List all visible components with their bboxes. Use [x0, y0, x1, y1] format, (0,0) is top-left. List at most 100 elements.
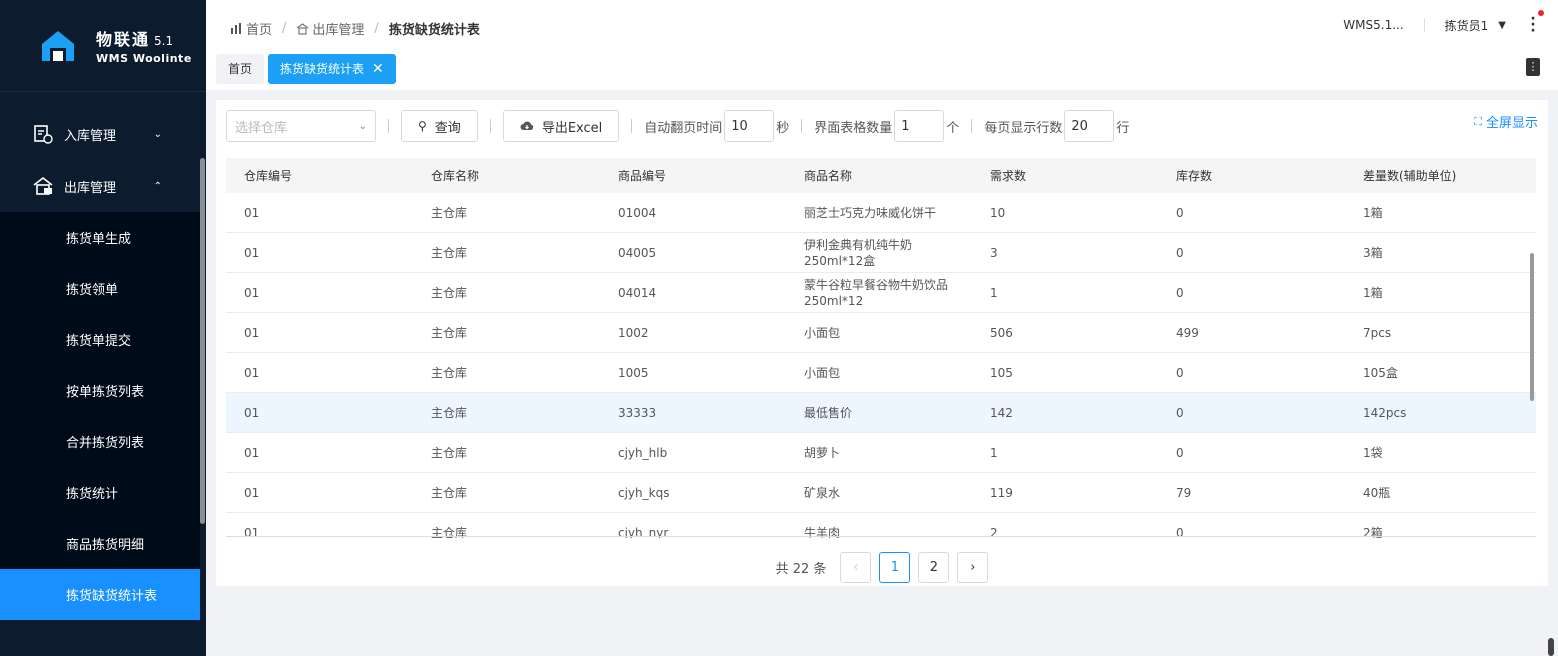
table-cell: 1袋 — [1363, 446, 1383, 460]
breadcrumb-outbound[interactable]: 出库管理 — [312, 19, 364, 38]
table-cell: 01 — [244, 205, 260, 220]
table-cell: 01 — [244, 245, 260, 260]
table-body: 01 主仓库 01004 丽芝士巧克力味威化饼干 10 0 1箱 01 主仓库 04005 伊利金典… — [226, 193, 1536, 538]
table-row[interactable]: 01 主仓库 cjyh_nyr 牛羊肉 2 0 2箱 — [226, 513, 1536, 539]
page-scrollbar[interactable] — [1548, 638, 1554, 656]
column-header[interactable]: 库存数 — [1158, 167, 1345, 184]
table-cell: 主仓库 — [431, 406, 468, 420]
brand-name: 物联通 — [96, 30, 151, 49]
table-cell: 3 — [990, 245, 998, 260]
tab-bar: 首页 拣货缺货统计表 ✕ — [216, 54, 400, 84]
sidebar-scrollbar[interactable] — [200, 158, 205, 524]
table-row[interactable]: 01 主仓库 04014 蒙牛谷粒早餐谷物牛奶饮品250ml*12 1 0 1箱 — [226, 273, 1536, 313]
table-row[interactable]: 01 主仓库 cjyh_kqs 矿泉水 119 79 40瓶 — [226, 473, 1536, 513]
sidebar-item-product-pick-detail[interactable]: 商品拣货明细 — [0, 518, 200, 569]
table-row[interactable]: 01 主仓库 cjyh_hlb 胡萝卜 1 0 1袋 — [226, 433, 1536, 473]
page-button-2[interactable]: 2 — [918, 552, 950, 583]
sidebar-item-picklist-submit[interactable]: 拣货单提交 — [0, 314, 200, 365]
page-button-1[interactable]: 1 — [879, 552, 911, 583]
table-count-unit: 个 — [946, 120, 960, 136]
table-cell: 142 — [990, 405, 1013, 420]
column-header[interactable]: 仓库名称 — [413, 167, 600, 184]
sidebar-item-picklist-generate[interactable]: 拣货单生成 — [0, 212, 200, 263]
menu-group-inbound[interactable]: 入库管理 ⌄ — [0, 108, 200, 160]
table-cell: 主仓库 — [431, 286, 468, 300]
divider — [631, 119, 633, 133]
column-header[interactable]: 商品名称 — [786, 168, 972, 184]
breadcrumb-home[interactable]: 首页 — [246, 19, 272, 38]
tab-more-icon[interactable]: ⋮ — [1526, 58, 1540, 76]
shortage-table: 仓库编号 仓库名称 商品编号 商品名称 需求数 库存数 差量数(辅助单位) 01… — [226, 158, 1536, 538]
table-row[interactable]: 01 主仓库 01004 丽芝士巧克力味威化饼干 10 0 1箱 — [226, 193, 1536, 233]
table-row[interactable]: 01 主仓库 04005 伊利金典有机纯牛奶250ml*12盒 3 0 3箱 — [226, 233, 1536, 273]
column-header[interactable]: 差量数(辅助单位) — [1345, 167, 1536, 184]
table-count-input[interactable]: 1 — [894, 110, 945, 142]
table-cell: 33333 — [618, 405, 657, 420]
column-header[interactable]: 需求数 — [972, 167, 1158, 184]
table-cell: cjyh_kqs — [618, 485, 670, 500]
table-row[interactable]: 01 主仓库 1002 小面包 506 499 7pcs — [226, 313, 1536, 353]
table-cell: 119 — [990, 485, 1013, 500]
cloud-download-icon — [520, 121, 533, 130]
table-row[interactable]: 01 主仓库 1005 小面包 105 0 105盒 — [226, 353, 1536, 393]
auto-flip-input[interactable]: 10 — [724, 110, 775, 142]
expand-icon: ⛶ — [1474, 114, 1482, 128]
table-cell: 0 — [1176, 205, 1184, 220]
table-cell: 0 — [1176, 285, 1184, 300]
table-cell: 蒙牛谷粒早餐谷物牛奶饮品250ml*12 — [804, 277, 949, 308]
pagination-total: 共 22 条 — [775, 562, 827, 577]
table-cell: 主仓库 — [431, 206, 468, 220]
next-page-button[interactable]: › — [957, 552, 989, 583]
system-selector[interactable]: WMS5.1... — [1343, 18, 1403, 32]
menu-group-label: 出库管理 — [64, 180, 117, 196]
table-row[interactable]: 01 主仓库 33333 最低售价 142 0 142pcs — [226, 393, 1536, 433]
more-vertical-icon[interactable]: · · · — [1528, 10, 1544, 38]
close-icon[interactable]: ✕ — [372, 61, 384, 77]
rows-per-page-label: 每页显示行数 — [984, 120, 1063, 136]
sidebar-item-pick-by-order[interactable]: 按单拣货列表 — [0, 365, 200, 416]
fullscreen-label: 全屏显示 — [1485, 116, 1538, 131]
tab-home[interactable]: 首页 — [216, 54, 265, 84]
inbound-icon — [34, 125, 53, 144]
sidebar-item-shortage-report[interactable]: 拣货缺货统计表 — [0, 569, 200, 620]
column-header[interactable]: 仓库编号 — [226, 167, 413, 184]
topbar: 首页 / 出库管理 / 拣货缺货统计表 WMS5.1... 拣货员1 ▼ · · ·… — [206, 0, 1558, 90]
table-scrollbar[interactable] — [1530, 253, 1534, 401]
export-excel-button[interactable]: 导出Excel — [502, 110, 620, 142]
rows-per-page-input[interactable]: 20 — [1064, 110, 1115, 142]
sidebar-item-merged-pick[interactable]: 合并拣货列表 — [0, 416, 200, 467]
sidebar-item-pick-claim[interactable]: 拣货领单 — [0, 263, 200, 314]
prev-page-button[interactable]: ‹ — [840, 552, 872, 583]
auto-flip-label: 自动翻页时间 — [644, 120, 723, 136]
table-cell: 105盒 — [1363, 366, 1398, 380]
chart-icon — [231, 23, 241, 34]
table-cell: 1005 — [618, 365, 649, 380]
chevron-up-icon: ⌃ — [153, 180, 162, 192]
table-cell: 105 — [990, 365, 1013, 380]
table-cell: 小面包 — [804, 365, 841, 380]
sidebar-item-pick-stats[interactable]: 拣货统计 — [0, 467, 200, 518]
caret-down-icon[interactable]: ▼ — [1498, 20, 1506, 31]
table-cell: 01 — [244, 365, 260, 380]
brand-version: 5.1 — [154, 34, 174, 48]
table-cell: 506 — [990, 325, 1013, 340]
menu-group-outbound[interactable]: 出库管理 ⌃ — [0, 160, 200, 212]
warehouse-select[interactable]: 选择仓库 ⌄ — [226, 110, 376, 142]
table-cell: 142pcs — [1363, 405, 1407, 420]
fullscreen-button[interactable]: ⛶ 全屏显示 — [1474, 112, 1538, 132]
table-cell: 小面包 — [804, 325, 841, 340]
menu-group-label: 入库管理 — [64, 128, 117, 144]
table-cell: 04005 — [618, 245, 657, 260]
query-button[interactable]: ⚲ 查询 — [401, 110, 478, 142]
user-name[interactable]: 拣货员1 — [1445, 17, 1489, 34]
table-cell: 01004 — [618, 205, 657, 220]
notification-dot — [1538, 10, 1544, 16]
table-cell: 0 — [1176, 245, 1184, 260]
tab-shortage-report[interactable]: 拣货缺货统计表 ✕ — [268, 54, 396, 84]
divider — [801, 119, 803, 133]
rows-per-page-unit: 行 — [1116, 120, 1130, 136]
table-cell: 伊利金典有机纯牛奶250ml*12盒 — [804, 237, 913, 268]
column-header[interactable]: 商品编号 — [600, 167, 786, 184]
chevron-down-icon: ⌄ — [358, 120, 367, 132]
pagination: 共 22 条 ‹ 1 2 › — [216, 552, 1548, 583]
